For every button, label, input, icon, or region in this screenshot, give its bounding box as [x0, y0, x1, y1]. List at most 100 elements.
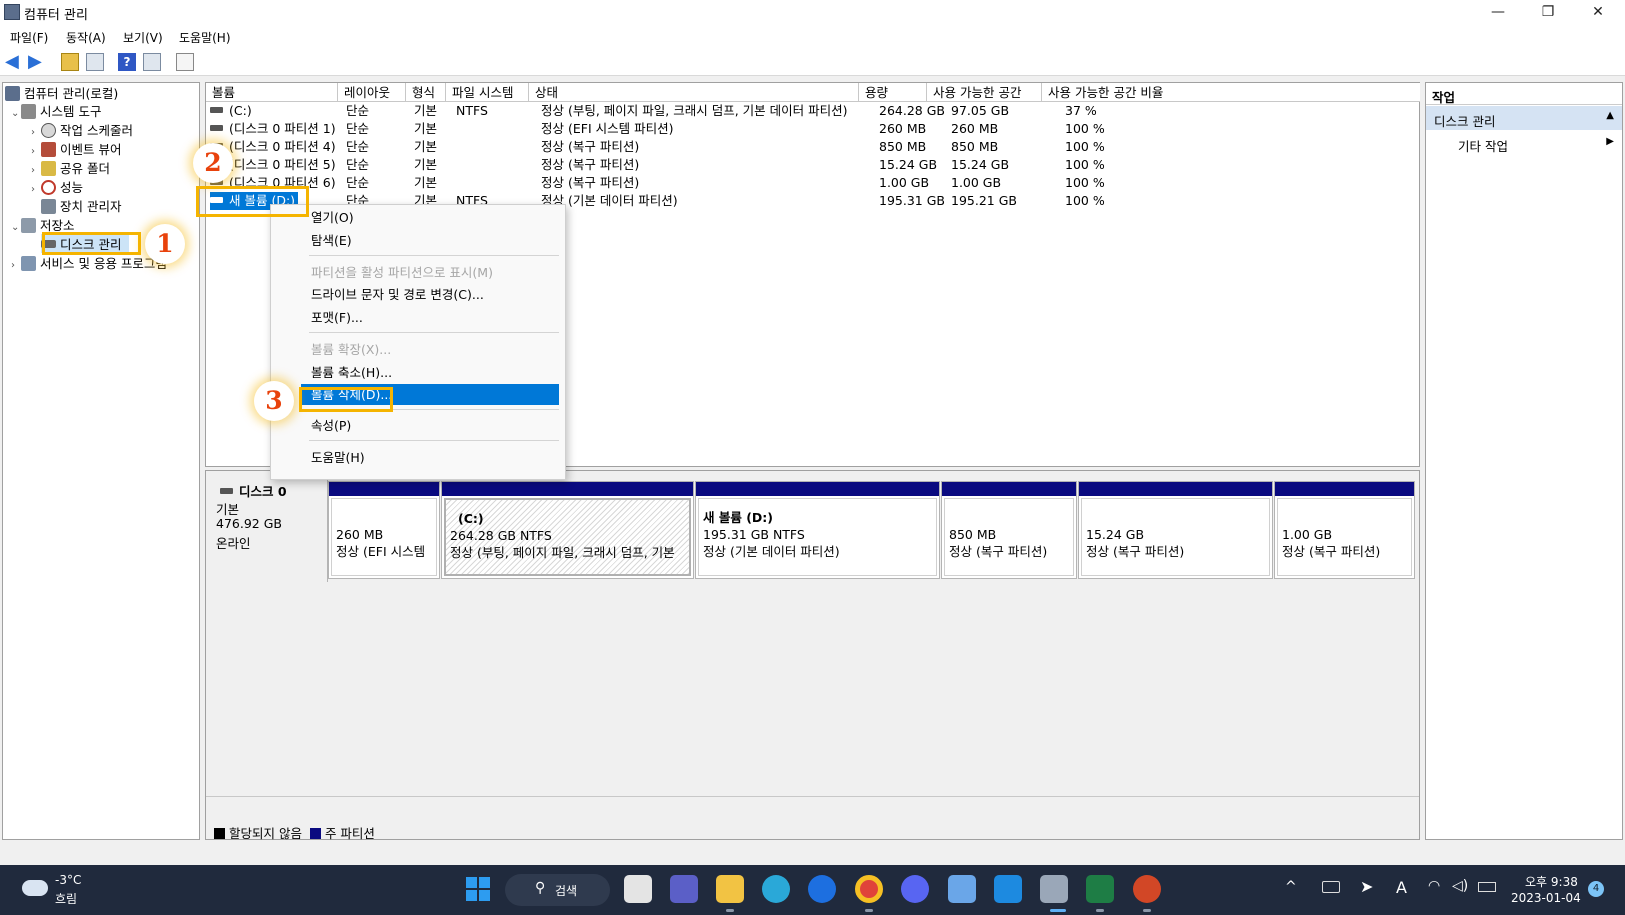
menu-item-change-drive-letter[interactable]: 드라이브 문자 및 경로 변경(C)... [311, 284, 561, 305]
column-header-type[interactable]: 형식 [406, 83, 446, 102]
battery-icon[interactable] [1478, 882, 1496, 892]
menu-item-shrink-volume[interactable]: 볼륨 축소(H)... [311, 362, 561, 383]
chevron-right-icon[interactable]: › [31, 127, 41, 138]
windows-start-icon[interactable] [466, 877, 490, 901]
menu-item-format[interactable]: 포맷(F)... [311, 307, 561, 328]
menu-help[interactable]: 도움말(H) [179, 29, 231, 46]
highlight-box-delete-volume [299, 387, 393, 412]
collapse-up-icon[interactable]: ▲ [1606, 110, 1614, 121]
minimize-button[interactable]: — [1475, 2, 1521, 22]
partition-c[interactable]: (C:) 264.28 GB NTFS 정상 (부팅, 페이지 파일, 크래시 … [441, 481, 694, 579]
cell-capacity: 15.24 GB [879, 157, 938, 172]
notepad-icon[interactable] [948, 875, 976, 903]
title-bar: 컴퓨터 관리 — ❐ ✕ [0, 0, 1625, 24]
menu-item-open[interactable]: 열기(O) [311, 207, 561, 228]
legend: 할당되지 않음 주 파티션 [214, 823, 375, 842]
partition-recovery-2[interactable]: 15.24 GB 정상 (복구 파티션) [1078, 481, 1273, 579]
clock-time[interactable]: 오후 9:38 [1525, 873, 1578, 890]
ime-indicator[interactable]: A [1396, 878, 1407, 897]
legend-unallocated: 할당되지 않음 [228, 826, 302, 841]
keyboard-icon[interactable] [1322, 881, 1340, 893]
chevron-right-icon[interactable]: › [31, 165, 41, 176]
help-icon[interactable]: ? [118, 53, 136, 71]
notification-badge[interactable]: 4 [1588, 881, 1604, 897]
submenu-arrow-icon: ▶ [1606, 136, 1614, 147]
forward-arrow-icon[interactable]: ▶ [28, 53, 46, 71]
tree-item-event-viewer[interactable]: › 이벤트 뷰어 [31, 139, 121, 158]
column-header-free-percent[interactable]: 사용 가능한 공간 비율 [1042, 83, 1420, 102]
location-arrow-icon[interactable]: ➤ [1360, 877, 1373, 896]
tree-item-root[interactable]: 컴퓨터 관리(로컬) [5, 83, 118, 102]
clock-date[interactable]: 2023-01-04 [1511, 891, 1581, 905]
chrome-browser-icon[interactable] [855, 875, 883, 903]
column-header-status[interactable]: 상태 [529, 83, 859, 102]
weather-condition[interactable]: 흐림 [55, 890, 77, 907]
search-icon: ⚲ [535, 880, 546, 896]
partition-efi[interactable]: 260 MB 정상 (EFI 시스템 [328, 481, 440, 579]
wifi-icon[interactable]: ◠ [1428, 878, 1440, 894]
column-header-filesystem[interactable]: 파일 시스템 [446, 83, 529, 102]
chevron-up-icon[interactable]: ^ [1285, 879, 1297, 895]
computer-management-taskbar-icon[interactable] [1040, 875, 1068, 903]
action-more[interactable]: 기타 작업 ▶ [1426, 131, 1622, 154]
vscode-icon[interactable] [994, 875, 1022, 903]
action-pane-icon[interactable] [143, 53, 161, 71]
excel-icon[interactable] [1086, 875, 1114, 903]
tree-item-services[interactable]: › 서비스 및 응용 프로그램 [11, 253, 167, 272]
column-header-layout[interactable]: 레이아웃 [338, 83, 406, 102]
teams-chat-icon[interactable] [670, 875, 698, 903]
weather-temp[interactable]: -3°C [55, 873, 81, 887]
menu-item-properties[interactable]: 속성(P) [311, 415, 561, 436]
tree-item-task-scheduler[interactable]: › 작업 스케줄러 [31, 120, 133, 139]
task-view-icon[interactable] [624, 875, 652, 903]
up-folder-icon[interactable] [61, 53, 79, 71]
cell-type: 기본 [414, 175, 438, 190]
cell-status: 정상 (복구 파티션) [541, 139, 640, 154]
column-header-free-space[interactable]: 사용 가능한 공간 [927, 83, 1042, 102]
partition-size: 1.00 GB [1282, 527, 1333, 542]
column-header-capacity[interactable]: 용량 [859, 83, 927, 102]
chevron-right-icon[interactable]: › [31, 184, 41, 195]
file-explorer-icon[interactable] [716, 875, 744, 903]
menu-action[interactable]: 동작(A) [66, 29, 106, 46]
cell-free: 850 MB [951, 139, 999, 154]
menu-item-help[interactable]: 도움말(H) [311, 447, 561, 468]
properties-icon[interactable] [176, 53, 194, 71]
toolbar: ◀ ▶ ? [0, 48, 1625, 76]
tree-item-performance[interactable]: › 성능 [31, 177, 83, 196]
chevron-down-icon[interactable]: ⌄ [11, 222, 21, 233]
column-header-volume[interactable]: 볼륨 [206, 83, 338, 102]
powerpoint-icon[interactable] [1133, 875, 1161, 903]
volume-icon [210, 107, 223, 113]
cell-status: 정상 (부팅, 페이지 파일, 크래시 덤프, 기본 데이터 파티션) [541, 103, 848, 118]
tree-item-system-tools[interactable]: ⌄ 시스템 도구 [11, 101, 101, 120]
tree-item-device-manager[interactable]: 장치 관리자 [31, 196, 121, 215]
menu-view[interactable]: 보기(V) [123, 29, 163, 46]
close-button[interactable]: ✕ [1575, 2, 1621, 22]
bing-icon[interactable] [808, 875, 836, 903]
partition-status: 정상 (EFI 시스템 [336, 544, 426, 559]
partition-recovery-1[interactable]: 850 MB 정상 (복구 파티션) [941, 481, 1077, 579]
disk-info[interactable]: 디스크 0 기본 476.92 GB 온라인 [206, 479, 328, 582]
partition-size: 264.28 GB NTFS [450, 528, 552, 543]
chevron-right-icon[interactable]: › [31, 146, 41, 157]
edge-browser-icon[interactable] [762, 875, 790, 903]
action-disk-management[interactable]: 디스크 관리 ▲ [1426, 106, 1622, 130]
discord-icon[interactable] [901, 875, 929, 903]
menu-item-explore[interactable]: 탐색(E) [311, 230, 561, 251]
chevron-right-icon[interactable]: › [11, 260, 21, 271]
back-arrow-icon[interactable]: ◀ [5, 53, 23, 71]
services-icon [21, 256, 36, 271]
restore-button[interactable]: ❐ [1525, 2, 1571, 22]
taskbar-search[interactable]: ⚲ 검색 [505, 874, 610, 906]
volume-icon[interactable]: ◁) [1452, 878, 1468, 894]
divider [206, 796, 1419, 797]
actions-panel: 작업 디스크 관리 ▲ 기타 작업 ▶ [1425, 82, 1623, 840]
tree-item-shared-folders[interactable]: › 공유 폴더 [31, 158, 110, 177]
partition-recovery-3[interactable]: 1.00 GB 정상 (복구 파티션) [1274, 481, 1415, 579]
partition-d[interactable]: 새 볼륨 (D:) 195.31 GB NTFS 정상 (기본 데이터 파티션) [695, 481, 940, 579]
show-hide-tree-icon[interactable] [86, 53, 104, 71]
chevron-down-icon[interactable]: ⌄ [11, 108, 21, 119]
cloud-icon[interactable] [22, 880, 48, 896]
menu-file[interactable]: 파일(F) [10, 29, 48, 46]
